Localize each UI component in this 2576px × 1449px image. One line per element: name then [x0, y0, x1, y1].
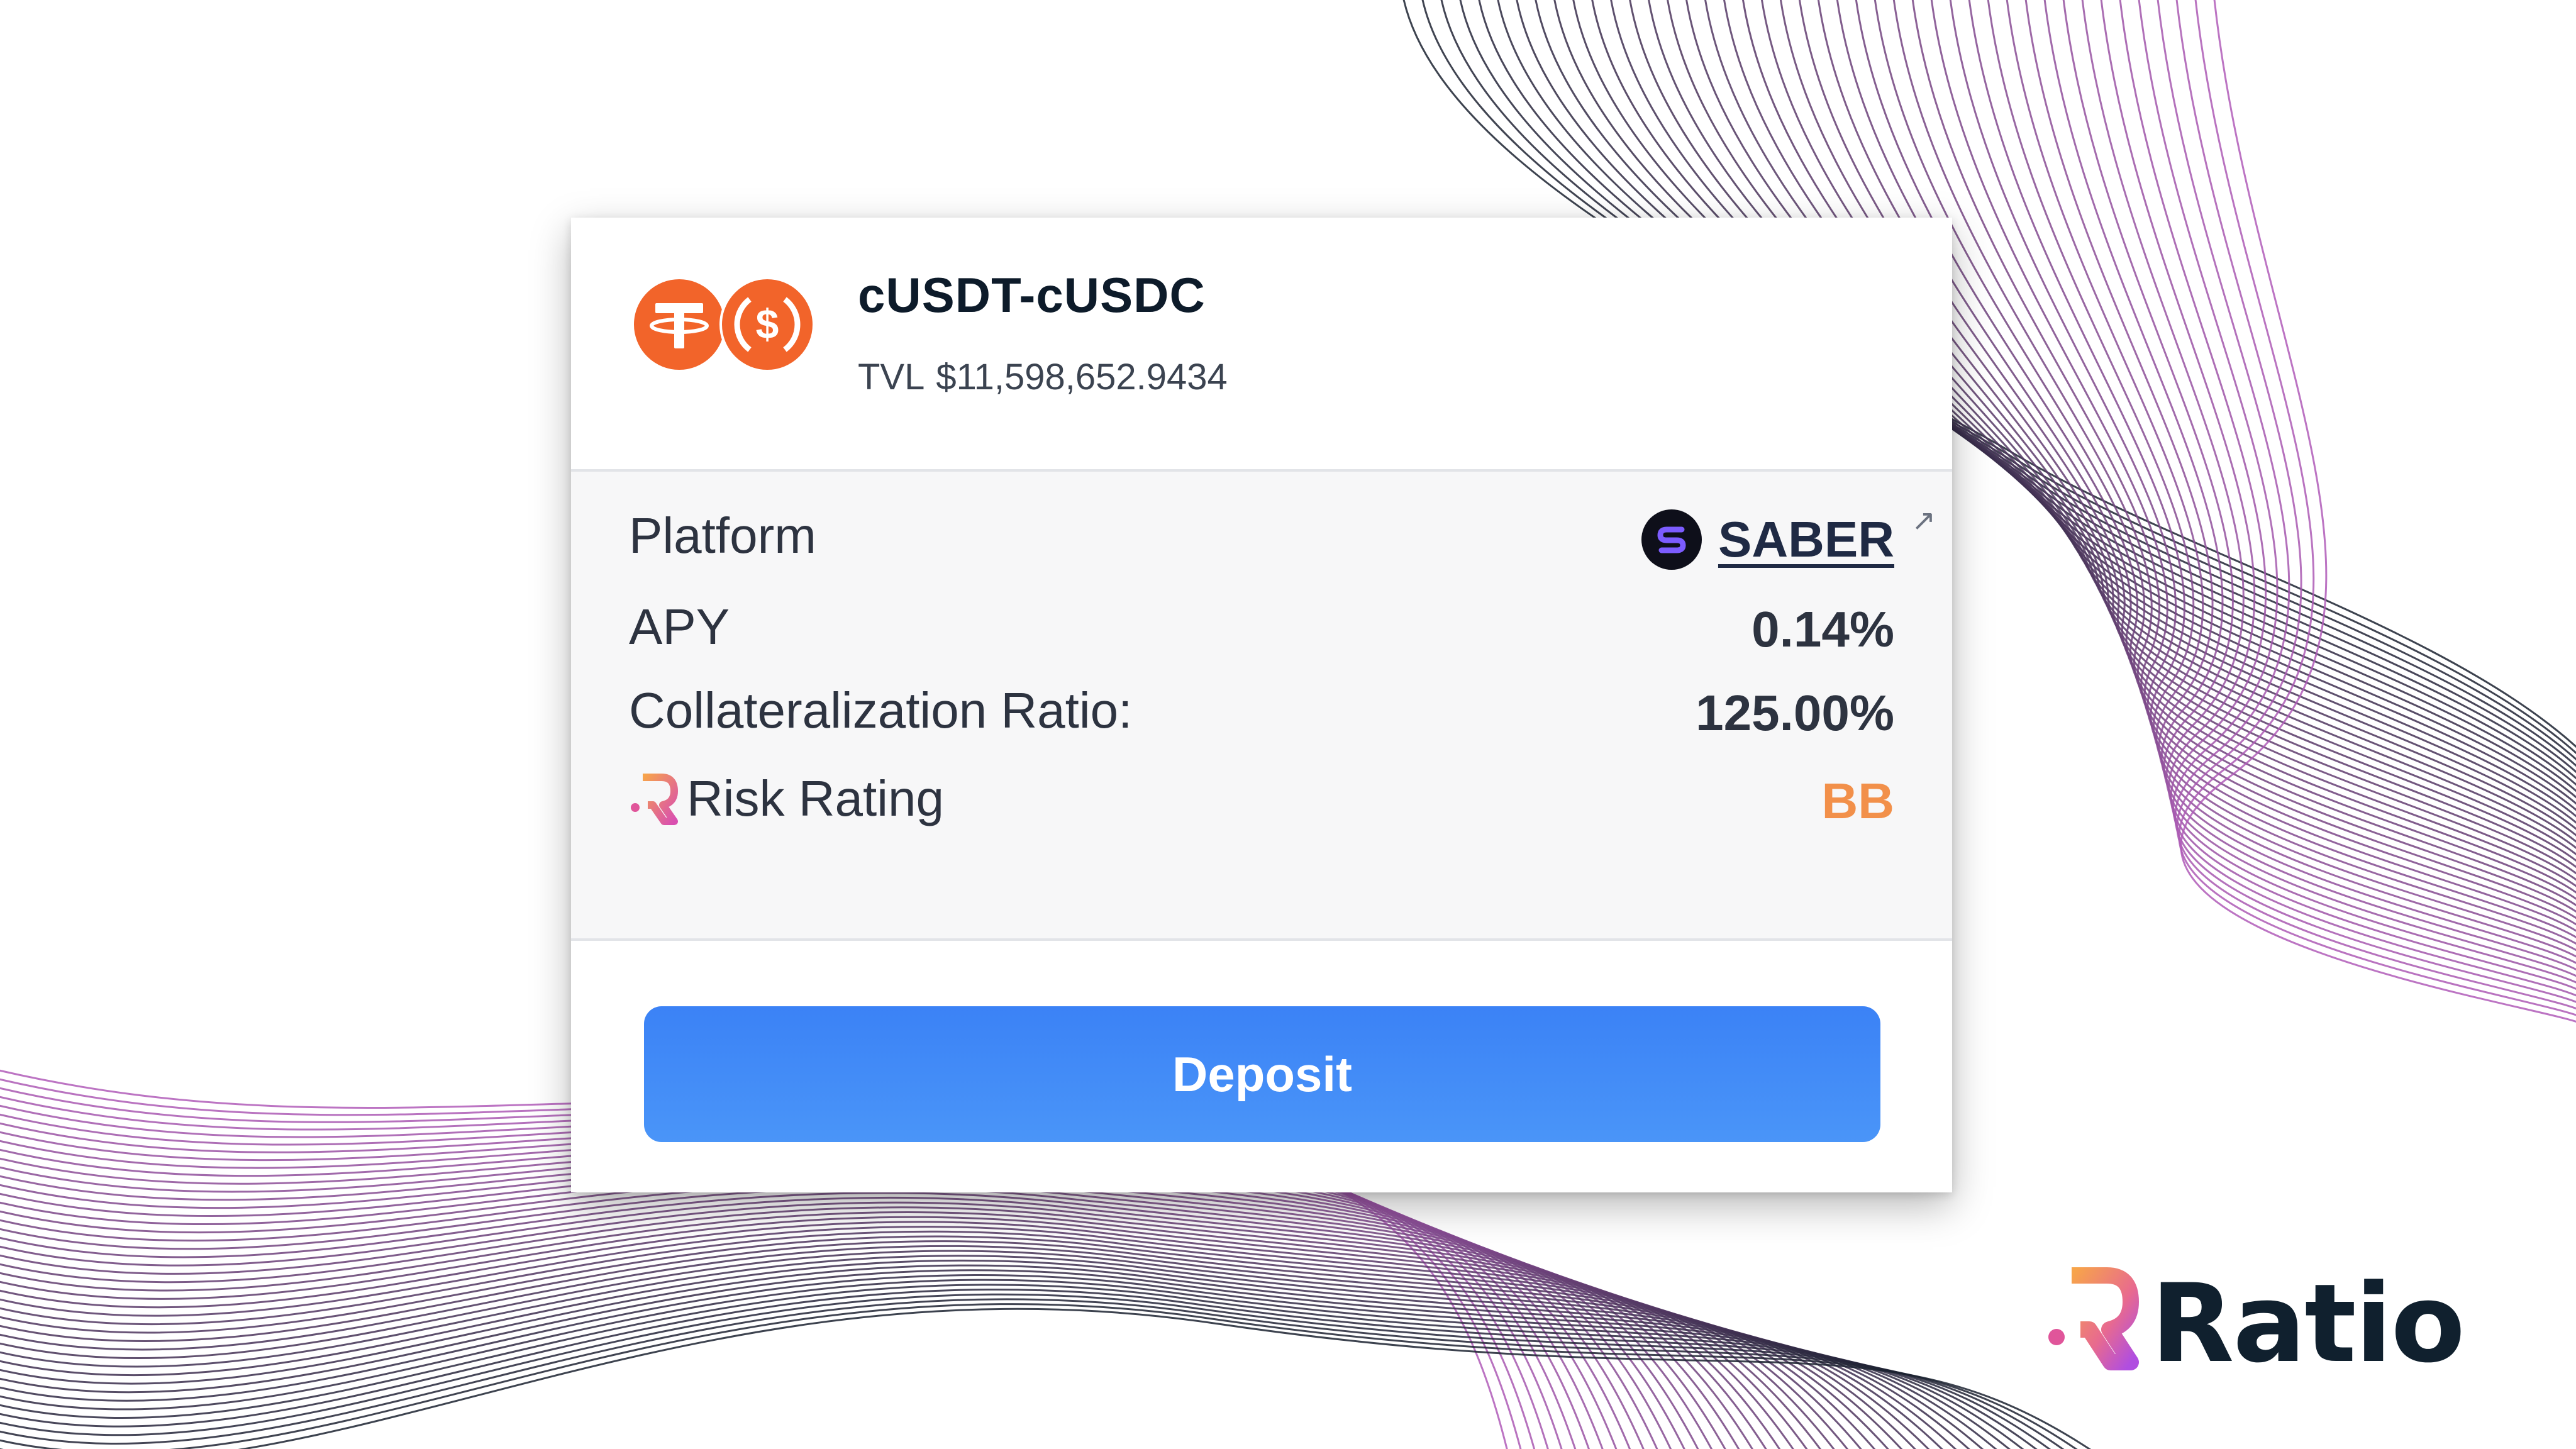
- tvl-text: TVL $11,598,652.9434: [858, 356, 1228, 398]
- saber-logo-icon: [1641, 509, 1702, 570]
- collateral-value: 125.00%: [1696, 685, 1894, 741]
- external-link-icon[interactable]: ↗: [1911, 503, 1936, 537]
- wave-line: [1968, 0, 2576, 938]
- wave-line: [2043, 0, 2576, 964]
- pool-name: cUSDT-cUSDC: [858, 267, 1206, 323]
- wave-line: [0, 1289, 2038, 1449]
- tether-icon: [631, 277, 727, 372]
- pool-header: $ cUSDT-cUSDC TVL $11,598,652.9434: [571, 218, 1952, 469]
- pool-card: $ cUSDT-cUSDC TVL $11,598,652.9434 Platfo…: [571, 218, 1952, 1192]
- apy-value: 0.14%: [1752, 601, 1894, 657]
- wave-line: [1874, 0, 2576, 907]
- collateral-row: Collateralization Ratio: 125.00%: [629, 682, 1894, 745]
- wave-line: [0, 1293, 2051, 1449]
- tvl-value: $11,598,652.9434: [936, 357, 1228, 397]
- usdc-icon: $: [719, 277, 815, 372]
- ratio-brand: Ratio: [2044, 1260, 2465, 1387]
- token-pair-icons: $: [631, 277, 815, 372]
- wave-line: [2024, 0, 2576, 958]
- svg-text:$: $: [756, 301, 779, 347]
- wave-line: [2100, 0, 2576, 984]
- risk-label: Risk Rating: [687, 770, 945, 826]
- deposit-button[interactable]: Deposit: [644, 1006, 1880, 1142]
- risk-value: BB: [1821, 773, 1894, 829]
- apy-label: APY: [629, 599, 730, 655]
- ratio-logo-icon: [631, 774, 678, 825]
- platform-row: Platform SABER ↗: [629, 504, 1936, 570]
- apy-row: APY 0.14%: [629, 598, 1894, 661]
- tvl-label: TVL: [858, 357, 925, 397]
- ratio-brand-name: Ratio: [2151, 1260, 2465, 1387]
- saber-link[interactable]: SABER: [1718, 511, 1894, 569]
- wave-line: [1987, 0, 2576, 945]
- ratio-brand-icon: [2048, 1267, 2139, 1370]
- collateral-label: Collateralization Ratio:: [629, 682, 1133, 738]
- risk-row: Risk Rating BB: [629, 770, 1894, 833]
- platform-value[interactable]: SABER ↗: [1641, 504, 1936, 570]
- platform-label: Platform: [629, 508, 816, 564]
- wave-line: [2180, 0, 2576, 1023]
